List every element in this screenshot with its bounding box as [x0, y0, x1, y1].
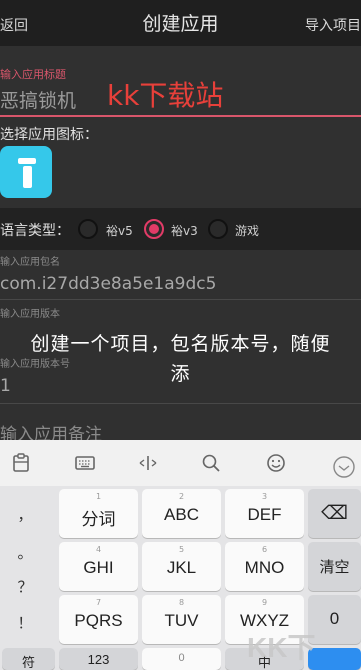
- collapse-icon[interactable]: [331, 454, 355, 478]
- clear-key[interactable]: 清空: [308, 542, 361, 591]
- app-title-label: 输入应用标题: [0, 68, 66, 81]
- emoji-icon[interactable]: [265, 452, 287, 474]
- key-tuv[interactable]: 8 TUV: [142, 595, 221, 644]
- app-icon-picker[interactable]: [0, 146, 52, 198]
- zero-key[interactable]: 0: [308, 595, 361, 644]
- key-def[interactable]: 3 DEF: [225, 489, 304, 538]
- package-name-label: 输入应用包名: [0, 257, 60, 268]
- watermark-logo-bottom: KK下: [247, 632, 316, 663]
- radio-game-label: 游戏: [235, 224, 260, 238]
- punct-comma-key[interactable]: ，: [0, 504, 50, 525]
- overlay-caption-line2: 添: [170, 363, 191, 385]
- watermark-logo: kk下载站: [107, 79, 224, 112]
- radio-yu-v5-label: 裕v5: [106, 224, 133, 238]
- search-icon[interactable]: [200, 452, 222, 474]
- title-input-underline: [0, 115, 361, 117]
- key-abc[interactable]: 2 ABC: [142, 489, 221, 538]
- symbol-key[interactable]: 符: [2, 648, 55, 670]
- app-icon-glyph-bar: [23, 166, 32, 188]
- space-key[interactable]: 0: [142, 648, 221, 670]
- key-pqrs[interactable]: 7 PQRS: [59, 595, 138, 644]
- cursor-icon[interactable]: [137, 452, 159, 474]
- version-code-input[interactable]: 1: [0, 376, 11, 396]
- key-fenci[interactable]: 1 分词: [59, 489, 138, 538]
- key-ghi[interactable]: 4 GHI: [59, 542, 138, 591]
- radio-game[interactable]: [208, 219, 228, 239]
- top-bar: 返回 创建应用 导入项目: [0, 0, 361, 46]
- package-name-input[interactable]: com.i27dd3e8a5e1a9dc5: [0, 274, 216, 294]
- keyboard-icon[interactable]: [74, 452, 96, 474]
- numeric-key[interactable]: 123: [59, 648, 138, 670]
- key-jkl[interactable]: 5 JKL: [142, 542, 221, 591]
- app-title-input[interactable]: 恶搞锁机: [0, 86, 76, 113]
- app-icon-label: 选择应用图标：: [0, 127, 98, 143]
- language-type-row: 语言类型： 裕v5 裕v3 游戏: [0, 208, 361, 250]
- backspace-key[interactable]: ⌫: [308, 489, 361, 538]
- import-project-button[interactable]: 导入项目: [305, 15, 361, 35]
- overlay-caption-line1: 创建一个项目，包名版本号，随便: [30, 333, 331, 355]
- punct-exclaim-key[interactable]: ！: [0, 612, 50, 633]
- create-app-form: 输入应用标题 恶搞锁机 kk下载站 选择应用图标： 语言类型： 裕v5 裕v3 …: [0, 46, 361, 445]
- version-code-underline: [0, 403, 361, 404]
- language-type-label: 语言类型：: [0, 223, 70, 239]
- app-icon-glyph-top: [18, 158, 36, 164]
- package-name-underline: [0, 299, 361, 300]
- key-mno[interactable]: 6 MNO: [225, 542, 304, 591]
- keyboard-toolbar: [0, 440, 361, 486]
- radio-yu-v3[interactable]: [144, 219, 164, 239]
- radio-yu-v3-label: 裕v3: [171, 224, 198, 238]
- enter-key[interactable]: [308, 648, 361, 670]
- clipboard-icon[interactable]: [10, 452, 32, 474]
- version-label: 输入应用版本: [0, 309, 60, 320]
- punct-question-key[interactable]: ？: [0, 576, 50, 597]
- punct-period-key[interactable]: 。: [0, 542, 50, 563]
- radio-yu-v5[interactable]: [78, 219, 98, 239]
